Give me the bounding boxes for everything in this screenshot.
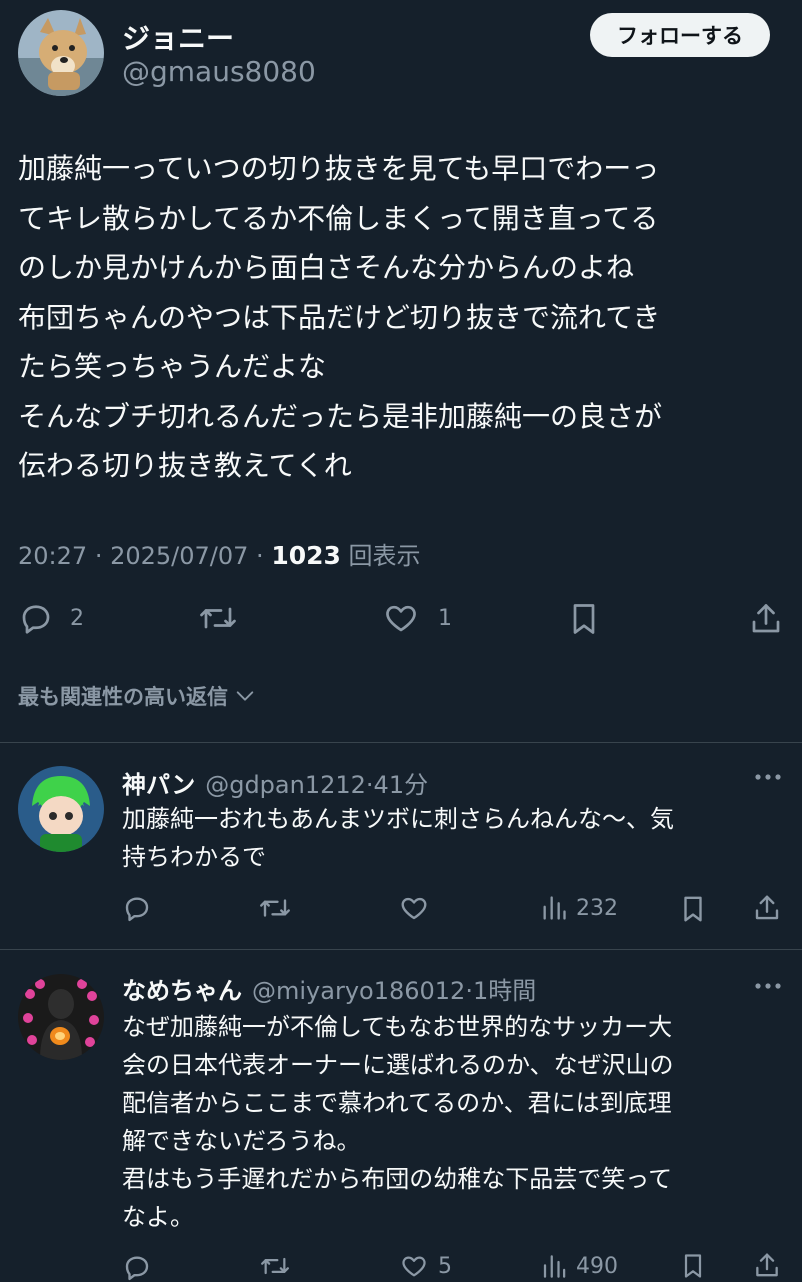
bookmark-icon — [573, 604, 595, 634]
reply-body-line: なぜ加藤純一が不倫してもなお世界的なサッカー大 — [122, 1013, 673, 1041]
more-icon — [755, 983, 781, 989]
reply-views-button[interactable]: 490 — [540, 1253, 618, 1280]
like-icon — [402, 1256, 426, 1277]
reply-retweet-button[interactable] — [258, 893, 292, 923]
reply-author-handle[interactable]: @gdpan1212 — [205, 771, 366, 799]
reply-sort-dropdown[interactable]: 最も関連性の高い返信 — [18, 681, 256, 711]
share-icon — [755, 895, 779, 920]
bookmark-icon — [684, 896, 702, 922]
share-button[interactable] — [748, 600, 784, 638]
reply-time[interactable]: 41分 — [374, 765, 429, 800]
tweet-body-line: てキレ散らかしてるか不倫しまくって開き直ってる — [18, 201, 659, 235]
like-icon — [386, 605, 416, 632]
retweet-icon — [260, 899, 290, 917]
reply-share-button[interactable] — [752, 892, 782, 924]
tweet-body-line: たら笑っちゃうんだよな — [18, 350, 327, 383]
reply-avatar[interactable] — [18, 766, 104, 852]
tweet-time[interactable]: 20:27 — [18, 542, 87, 570]
like-count: 1 — [438, 605, 452, 631]
author-handle[interactable]: @gmaus8080 — [122, 55, 316, 88]
tweet-body-line: 伝わる切り抜き教えてくれ — [18, 449, 352, 482]
reply-icon — [22, 605, 50, 634]
tweet-body: 加藤純一っていつの切り抜きを見ても早口でわーっ てキレ散らかしてるか不倫しまくっ… — [18, 144, 788, 491]
retweet-icon — [200, 607, 236, 629]
reply-header: なめちゃん @miyaryo186012 · 1時間 — [122, 971, 536, 1006]
reply-like-button[interactable] — [398, 893, 438, 923]
reply-like-button[interactable]: 5 — [398, 1252, 452, 1280]
reply-view-count: 232 — [576, 895, 618, 921]
bookmark-button[interactable] — [566, 600, 602, 638]
reply-count: 2 — [70, 605, 84, 631]
views-icon — [543, 896, 566, 920]
reply-body-line: なよ。 — [122, 1203, 194, 1231]
reply-author-handle[interactable]: @miyaryo186012 — [252, 977, 465, 1005]
reply-body-line: 会の日本代表オーナーに選ばれるのか、なぜ沢山の — [122, 1051, 674, 1079]
more-button[interactable] — [753, 971, 783, 1001]
retweet-icon — [261, 1257, 289, 1275]
reply-views-button[interactable]: 232 — [540, 894, 618, 922]
reply-like-count: 5 — [438, 1253, 452, 1279]
reply-body-line: 解できないだろうね。 — [122, 1127, 361, 1155]
reply-body: なぜ加藤純一が不倫してもなお世界的なサッカー大 会の日本代表オーナーに選ばれるの… — [122, 1008, 674, 1236]
reply-header: 神パン @gdpan1212 · 41分 — [122, 765, 428, 800]
reply-icon — [125, 1256, 149, 1281]
meta-separator: · — [465, 977, 473, 1005]
tweet-body-line: 加藤純一っていつの切り抜きを見ても早口でわーっ — [18, 152, 660, 185]
reply-body-line: 君はもう手遅れだから布団の幼稚な下品芸で笑って — [122, 1165, 673, 1193]
meta-separator: · — [94, 542, 111, 570]
share-icon — [756, 1253, 778, 1277]
reply-sort-label: 最も関連性の高い返信 — [18, 685, 228, 709]
reply-author-name[interactable]: なめちゃん — [122, 971, 242, 1006]
share-icon — [752, 604, 780, 633]
tweet-meta: 20:27 · 2025/07/07 · 1023 回表示 — [18, 536, 421, 571]
reply-retweet-button[interactable] — [258, 1252, 292, 1280]
reply-reply-button[interactable] — [122, 1252, 152, 1282]
more-icon — [755, 774, 781, 780]
reply-body-line: 配信者からここまで慕われてるのか、君には到底理 — [122, 1089, 672, 1117]
view-label: 回表示 — [348, 542, 421, 570]
reply-bookmark-button[interactable] — [678, 893, 708, 925]
author-name[interactable]: ジョニー — [122, 17, 234, 57]
reply-body-line: 加藤純一おれもあんまツボに刺さらんねんな〜、気 — [122, 805, 674, 833]
views-icon — [543, 1255, 566, 1278]
view-count: 1023 — [271, 541, 341, 570]
reply-icon — [125, 897, 149, 922]
reply-view-count: 490 — [576, 1254, 618, 1279]
like-icon — [401, 897, 427, 920]
reply-author-name[interactable]: 神パン — [122, 765, 195, 800]
reply-avatar[interactable] — [18, 974, 104, 1060]
reply-body: 加藤純一おれもあんまツボに刺さらんねんな〜、気 持ちわかるで — [122, 800, 674, 876]
meta-separator: · — [256, 542, 272, 570]
follow-button[interactable]: フォローする — [590, 13, 770, 57]
more-button[interactable] — [753, 762, 783, 792]
reply-button[interactable]: 2 — [18, 600, 84, 636]
bookmark-icon — [684, 1254, 702, 1278]
reply-bookmark-button[interactable] — [678, 1252, 708, 1280]
reply-body-line: 持ちわかるで — [122, 843, 266, 871]
reply-time[interactable]: 1時間 — [473, 971, 536, 1006]
tweet-body-line: のしか見かけんから面白さそんな分からんのよね — [18, 251, 635, 284]
divider — [0, 742, 802, 743]
tweet-body-line: そんなブチ切れるんだったら是非加藤純一の良さが — [18, 399, 663, 433]
meta-separator: · — [365, 771, 374, 799]
author-avatar[interactable] — [18, 10, 104, 96]
reply-share-button[interactable] — [752, 1251, 782, 1280]
tweet-date[interactable]: 2025/07/07 — [110, 542, 248, 570]
tweet-body-line: 布団ちゃんのやつは下品だけど切り抜きで流れてき — [18, 300, 661, 334]
reply-reply-button[interactable] — [122, 893, 152, 923]
divider — [0, 949, 802, 950]
chevron-down-icon — [236, 691, 254, 701]
like-button[interactable]: 1 — [382, 600, 452, 636]
retweet-button[interactable] — [198, 600, 238, 636]
